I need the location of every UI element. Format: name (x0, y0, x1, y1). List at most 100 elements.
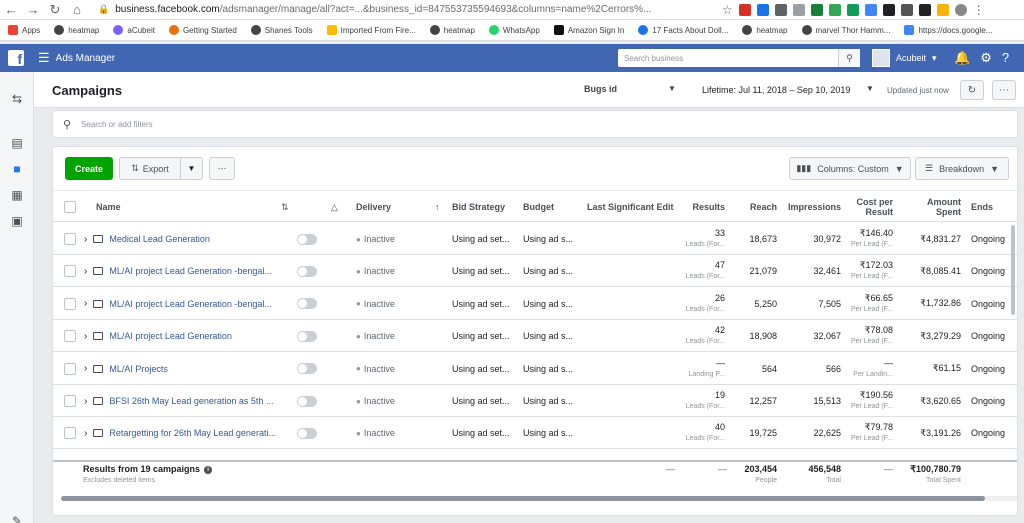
filter-input[interactable]: Search or add filters (81, 120, 153, 129)
gear-icon[interactable]: ⚙ (980, 50, 992, 66)
account-switcher[interactable]: Acubeit ▾ (872, 49, 937, 67)
extension-icon[interactable] (918, 3, 931, 16)
row-checkbox[interactable] (64, 320, 76, 352)
sort-arrow-up-icon[interactable]: ↑ (435, 191, 440, 223)
column-amount-spent[interactable]: Amount Spent (913, 191, 961, 223)
expand-chevron-icon[interactable]: › (84, 266, 87, 277)
folder-icon[interactable]: ■ (8, 160, 26, 178)
row-checkbox[interactable] (64, 417, 76, 449)
warning-icon[interactable]: △ (331, 191, 338, 223)
bookmark-item[interactable]: 17 Facts About Doll... (638, 25, 728, 35)
expand-chevron-icon[interactable]: › (84, 234, 87, 245)
columns-button[interactable]: ▮▮▮ Columns: Custom ▼ (789, 157, 911, 180)
campaign-toggle[interactable] (297, 353, 317, 385)
extension-icon[interactable] (756, 3, 769, 16)
campaign-name-link[interactable]: ML/AI project Lead Generation -bengal... (109, 299, 272, 309)
bell-icon[interactable]: 🔔 (954, 50, 970, 66)
hamburger-menu-icon[interactable]: ☰ (38, 50, 50, 66)
campaign-name-link[interactable]: BFSI 26th May Lead generation as 5th ... (109, 396, 273, 406)
window-icon[interactable]: ▣ (8, 212, 26, 230)
browser-menu-icon[interactable]: ⋮ (973, 3, 985, 17)
edit-icon[interactable]: ✎ (8, 512, 26, 523)
campaign-name-link[interactable]: ML/AI project Lead Generation (109, 331, 232, 341)
date-range-picker[interactable]: Lifetime: Jul 11, 2018 – Sep 10, 2019 (702, 85, 850, 95)
extension-icon[interactable] (828, 3, 841, 16)
column-bid-strategy[interactable]: Bid Strategy (452, 191, 505, 223)
extension-icon[interactable] (864, 3, 877, 16)
table-row[interactable]: › Retargetting for 26th May Lead generati… (53, 417, 1017, 450)
column-cost-per-result[interactable]: Cost per Result (849, 191, 893, 223)
campaign-toggle[interactable] (297, 223, 317, 255)
campaign-name-link[interactable]: Retargetting for 26th May Lead generati.… (109, 428, 276, 438)
column-budget[interactable]: Budget (523, 191, 554, 223)
table-row[interactable]: › Medical Lead Generation ● Inactive Using a… (53, 223, 1017, 255)
campaign-name-cell[interactable]: › ML/AI project Lead Generation (84, 320, 304, 352)
more-actions-button[interactable]: ⋯ (209, 157, 235, 180)
campaign-toggle[interactable] (297, 417, 317, 449)
column-delivery[interactable]: Delivery (356, 191, 391, 223)
search-input[interactable]: Search business (618, 54, 838, 63)
bookmark-item[interactable]: https://docs.google... (904, 25, 992, 35)
campaign-name-cell[interactable]: › Retargetting for 26th May Lead generati… (84, 417, 304, 449)
ad-account-select[interactable]: Bugs id (584, 84, 617, 94)
column-ends[interactable]: Ends (971, 191, 993, 223)
search-filter-bar[interactable]: ⚲ Search or add filters (52, 110, 1018, 138)
extension-icon[interactable] (738, 3, 751, 16)
home-icon[interactable]: ⌂ (66, 0, 88, 20)
campaign-toggle[interactable] (297, 288, 317, 320)
list-icon[interactable]: ▤ (8, 134, 26, 152)
facebook-logo-icon[interactable]: f (8, 50, 24, 66)
campaign-name-link[interactable]: ML/AI project Lead Generation -bengal... (109, 266, 272, 276)
extension-icon[interactable] (774, 3, 787, 16)
table-row[interactable]: › ML/AI project Lead Generation ● Inactive U… (53, 320, 1017, 353)
extension-icon[interactable] (792, 3, 805, 16)
campaign-name-cell[interactable]: › ML/AI project Lead Generation -bengal..… (84, 255, 304, 287)
back-icon[interactable]: ← (0, 0, 22, 20)
bookmark-apps[interactable]: Apps (8, 25, 40, 35)
bookmark-item[interactable]: Imported From Fire... (326, 25, 416, 35)
expand-chevron-icon[interactable]: › (84, 396, 87, 407)
campaign-name-cell[interactable]: › ML/AI Projects (84, 353, 304, 385)
extension-icon[interactable] (936, 3, 949, 16)
column-name[interactable]: Name (96, 191, 121, 223)
expand-chevron-icon[interactable]: › (84, 363, 87, 374)
sort-icon[interactable]: ⇅ (281, 191, 289, 223)
campaign-toggle[interactable] (297, 385, 317, 417)
export-button[interactable]: ⇅ Export (119, 157, 181, 180)
campaign-name-link[interactable]: ML/AI Projects (109, 364, 168, 374)
help-icon[interactable]: ? (1002, 50, 1009, 66)
column-impressions[interactable]: Impressions (785, 191, 841, 223)
campaign-name-cell[interactable]: › BFSI 26th May Lead generation as 5th ..… (84, 385, 304, 417)
extension-icon[interactable] (810, 3, 823, 16)
bookmark-item[interactable]: Shanes Tools (250, 25, 313, 35)
breakdown-button[interactable]: ☰ Breakdown ▼ (915, 157, 1009, 180)
address-bar[interactable]: 🔒 business.facebook.com /adsmanager/mana… (92, 2, 702, 18)
row-checkbox[interactable] (64, 255, 76, 287)
export-dropdown-button[interactable]: ▼ (181, 157, 203, 180)
bookmark-item[interactable]: aCubeit (113, 25, 155, 35)
table-row[interactable]: › ML/AI project Lead Generation -bengal..… (53, 255, 1017, 288)
row-checkbox[interactable] (64, 288, 76, 320)
row-checkbox[interactable] (64, 223, 76, 255)
forward-icon[interactable]: → (22, 0, 44, 20)
bookmark-item[interactable]: Amazon Sign In (553, 25, 624, 35)
bookmark-item[interactable]: heatmap (429, 25, 475, 35)
chevron-down-icon[interactable]: ▼ (866, 84, 874, 93)
row-checkbox[interactable] (64, 353, 76, 385)
expand-chevron-icon[interactable]: › (84, 298, 87, 309)
campaign-name-cell[interactable]: › ML/AI project Lead Generation -bengal..… (84, 288, 304, 320)
scrollbar-thumb[interactable] (61, 496, 985, 501)
campaign-name-cell[interactable]: › Medical Lead Generation (84, 223, 304, 255)
extension-icon[interactable] (846, 3, 859, 16)
create-button[interactable]: Create (65, 157, 113, 180)
more-options-button[interactable]: ⋯ (992, 80, 1016, 100)
table-row[interactable]: › BFSI 26th May Lead generation as 5th ..… (53, 385, 1017, 417)
campaign-name-link[interactable]: Medical Lead Generation (109, 234, 210, 244)
bookmark-item[interactable]: WhatsApp (488, 25, 540, 35)
column-results[interactable]: Results (683, 191, 725, 223)
expand-chevron-icon[interactable]: › (84, 428, 87, 439)
table-row[interactable]: › ML/AI project Lead Generation -bengal..… (53, 288, 1017, 320)
bookmark-item[interactable]: heatmap (54, 25, 99, 35)
profile-avatar[interactable] (954, 3, 967, 16)
row-checkbox[interactable] (64, 385, 76, 417)
